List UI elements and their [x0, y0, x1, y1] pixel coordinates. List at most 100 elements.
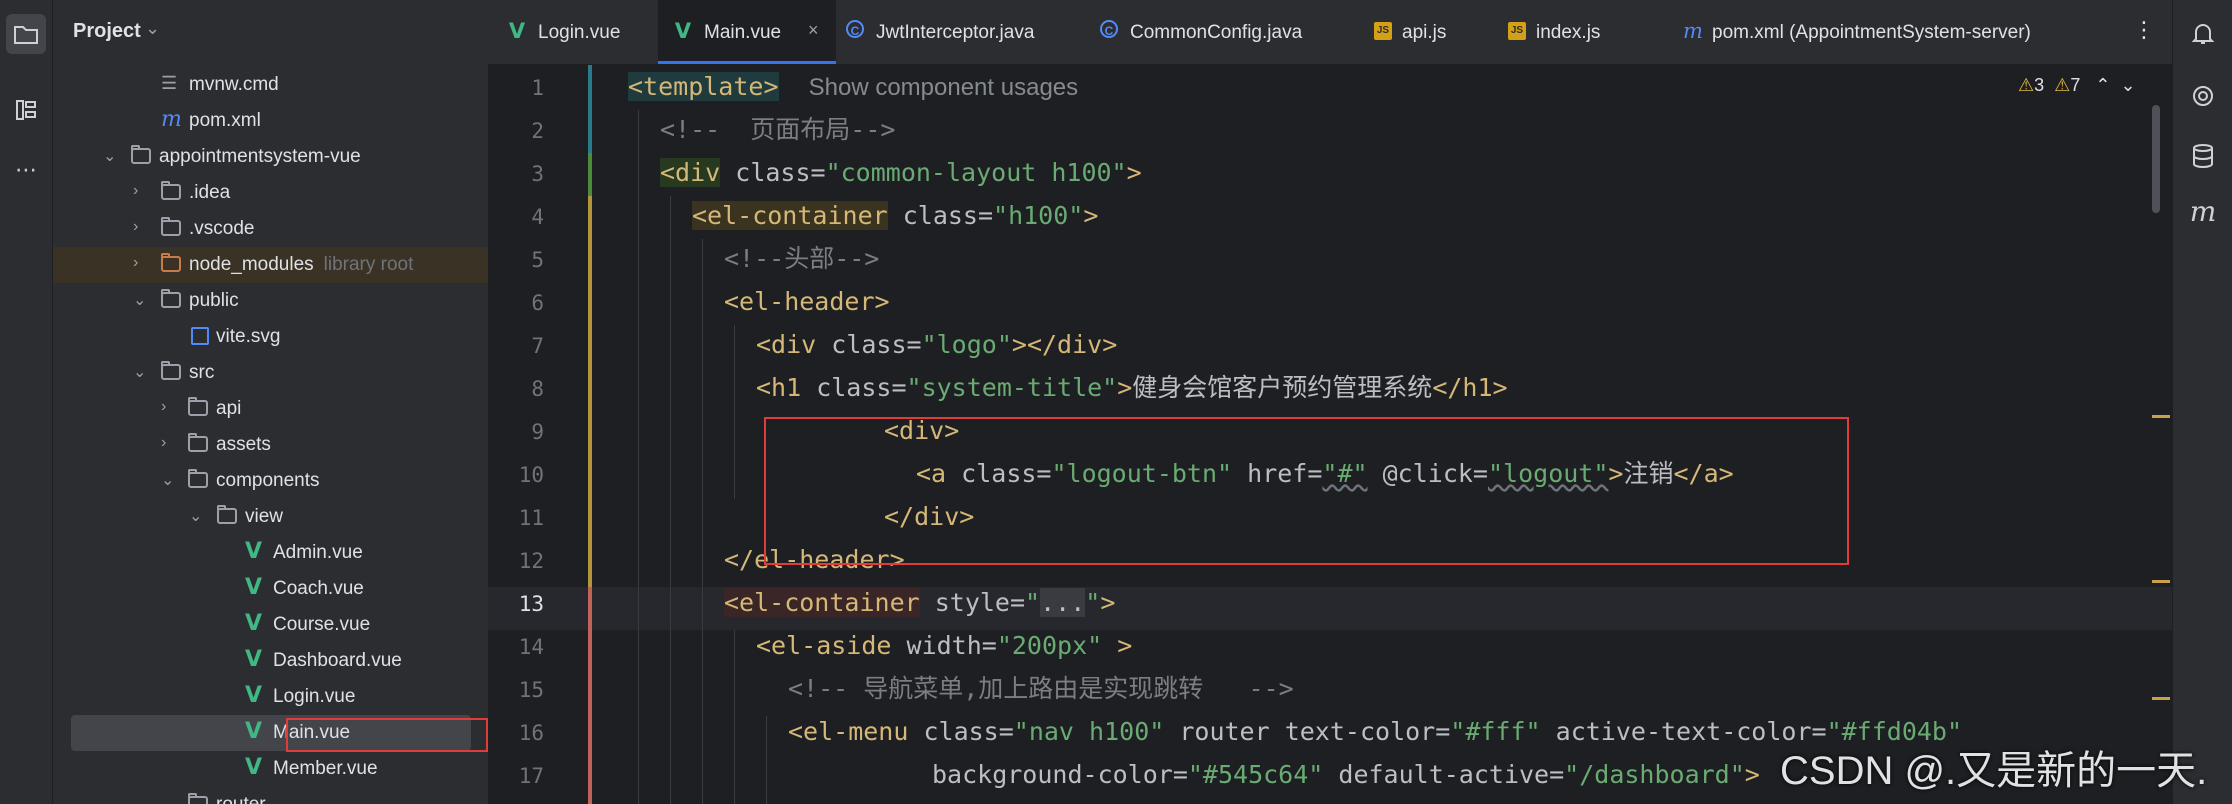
scroll-marker[interactable] — [2152, 415, 2170, 418]
folded-region[interactable]: ... — [1040, 588, 1086, 617]
chevron-right-icon[interactable]: › — [133, 218, 149, 238]
tree-item[interactable]: m pom.xml — [53, 103, 488, 139]
watermark: CSDN @.又是新的一天. — [1780, 749, 2208, 793]
vcs-change-marker[interactable] — [588, 587, 592, 804]
indent-guide — [734, 630, 735, 804]
folder-icon — [188, 433, 210, 455]
chevron-right-icon[interactable]: › — [133, 182, 149, 202]
line-number: 14 — [518, 635, 544, 659]
indent-guide — [766, 716, 767, 804]
tree-item[interactable]: V Coach.vue — [53, 571, 488, 607]
more-tools-button[interactable]: ⋯ — [6, 150, 46, 190]
inspection-widget[interactable]: ⚠3 ⚠7 ⌃ ⌄ — [2018, 75, 2136, 96]
tree-item-label: Dashboard.vue — [273, 650, 402, 671]
vcs-change-marker[interactable] — [588, 153, 592, 196]
chevron-down-icon[interactable]: ⌄ — [2120, 75, 2135, 95]
tree-item-label: Course.vue — [273, 614, 371, 635]
tree-item[interactable]: V Dashboard.vue — [53, 643, 488, 679]
line-number-current: 13 — [518, 592, 544, 616]
code-line: <el-container class="h100"> — [692, 201, 1099, 230]
project-header[interactable]: Project ⌄ — [53, 0, 488, 64]
tree-item-label: Login.vue — [273, 686, 356, 707]
tree-item[interactable]: V Login.vue — [53, 679, 488, 715]
structure-tool-button[interactable] — [6, 90, 46, 130]
folder-icon — [188, 793, 210, 804]
line-number: 12 — [518, 549, 544, 573]
tab-jwtinterceptor-java[interactable]: C JwtInterceptor.java — [836, 0, 1086, 64]
scroll-marker[interactable] — [2152, 697, 2170, 700]
tab-login-vue[interactable]: V Login.vue — [488, 0, 658, 64]
chevron-down-icon[interactable]: ⌄ — [133, 290, 149, 310]
tree-item[interactable]: ☰ mvnw.cmd — [53, 67, 488, 103]
tab-pom-xml[interactable]: m pom.xml (AppointmentSystem-server) — [1646, 0, 2116, 64]
indent-guide — [638, 110, 639, 804]
tree-item[interactable]: ⌄ public — [53, 283, 488, 319]
tree-item-label: Member.vue — [273, 758, 378, 779]
chevron-right-icon[interactable]: › — [133, 254, 149, 274]
tree-item[interactable]: V Member.vue — [53, 751, 488, 787]
tree-item[interactable]: ⌄ src — [53, 355, 488, 391]
library-root-hint: library root — [323, 254, 414, 275]
code-line: <el-header> — [724, 287, 890, 316]
tab-label: pom.xml (AppointmentSystem-server) — [1712, 22, 2031, 43]
tree-item[interactable]: › assets — [53, 427, 488, 463]
code-line: <template> Show component usages — [628, 72, 1079, 101]
tree-item[interactable]: V Admin.vue — [53, 535, 488, 571]
code-editor[interactable]: 1 2 3 4 5 6 7 8 9 10 11 12 13 14 15 16 1… — [488, 65, 2172, 804]
tree-item[interactable]: vite.svg — [53, 319, 488, 355]
chevron-up-icon[interactable]: ⌃ — [2095, 75, 2110, 95]
folder-icon — [14, 26, 38, 44]
tree-item[interactable]: ⌄ appointmentsystem-vue — [53, 139, 488, 175]
code-line: <div class="logo"></div> — [756, 330, 1118, 359]
chevron-right-icon[interactable]: › — [161, 434, 177, 454]
tree-item-label: pom.xml — [189, 110, 261, 131]
chevron-right-icon[interactable]: › — [161, 398, 177, 418]
tab-api-js[interactable]: JS api.js — [1346, 0, 1476, 64]
chevron-down-icon[interactable]: ⌄ — [103, 146, 119, 166]
line-number: 3 — [531, 162, 544, 186]
tree-item-label: vite.svg — [216, 326, 281, 347]
tab-index-js[interactable]: JS index.js — [1476, 0, 1646, 64]
js-icon: JS — [1374, 20, 1396, 42]
project-tool-button[interactable] — [6, 14, 46, 54]
show-usages-hint[interactable]: Show component usages — [809, 74, 1079, 101]
tab-main-vue[interactable]: V Main.vue × — [658, 0, 836, 64]
maven-tool-button[interactable]: m — [2183, 192, 2223, 232]
tree-item[interactable]: V Course.vue — [53, 607, 488, 643]
vue-icon: V — [245, 683, 263, 708]
scroll-marker[interactable] — [2152, 580, 2170, 583]
ai-assistant-button[interactable] — [2183, 76, 2223, 116]
notifications-button[interactable] — [2183, 14, 2223, 54]
tree-item[interactable]: ⌄ router — [53, 787, 488, 804]
vcs-change-marker[interactable] — [588, 65, 592, 153]
folder-icon — [131, 145, 153, 167]
tree-item[interactable]: › node_modules library root — [53, 247, 488, 283]
vcs-change-marker[interactable] — [588, 196, 592, 587]
chevron-down-icon[interactable]: ⌄ — [161, 794, 177, 804]
folder-icon — [188, 397, 210, 419]
code-line: <h1 class="system-title">健身会馆客户预约管理系统</h… — [756, 373, 1508, 402]
bell-icon — [2191, 24, 2215, 44]
tree-item-label: src — [189, 362, 215, 383]
chevron-down-icon[interactable]: ⌄ — [133, 362, 149, 382]
chevron-down-icon[interactable]: ⌄ — [161, 470, 177, 490]
editor-scrollbar[interactable] — [2152, 105, 2160, 213]
vue-icon: V — [508, 19, 526, 43]
close-icon[interactable]: × — [808, 20, 819, 41]
annotation-box — [764, 417, 1849, 565]
tree-item[interactable]: ⌄ view — [53, 499, 488, 535]
right-tool-strip: m — [2172, 0, 2232, 804]
database-button[interactable] — [2183, 136, 2223, 176]
maven-icon: m — [1683, 19, 1703, 43]
tree-item-label: assets — [216, 434, 271, 455]
tree-item[interactable]: ⌄ components — [53, 463, 488, 499]
chevron-down-icon[interactable]: ⌄ — [189, 506, 205, 526]
tree-item[interactable]: › .idea — [53, 175, 488, 211]
project-title: Project — [73, 20, 141, 42]
tree-item[interactable]: › api — [53, 391, 488, 427]
more-vertical-icon[interactable]: ⋮ — [2133, 18, 2155, 43]
tab-commonconfig-java[interactable]: C CommonConfig.java — [1086, 0, 1346, 64]
vue-icon: V — [245, 539, 263, 564]
tree-item[interactable]: › .vscode — [53, 211, 488, 247]
chevron-down-icon[interactable]: ⌄ — [145, 18, 160, 39]
